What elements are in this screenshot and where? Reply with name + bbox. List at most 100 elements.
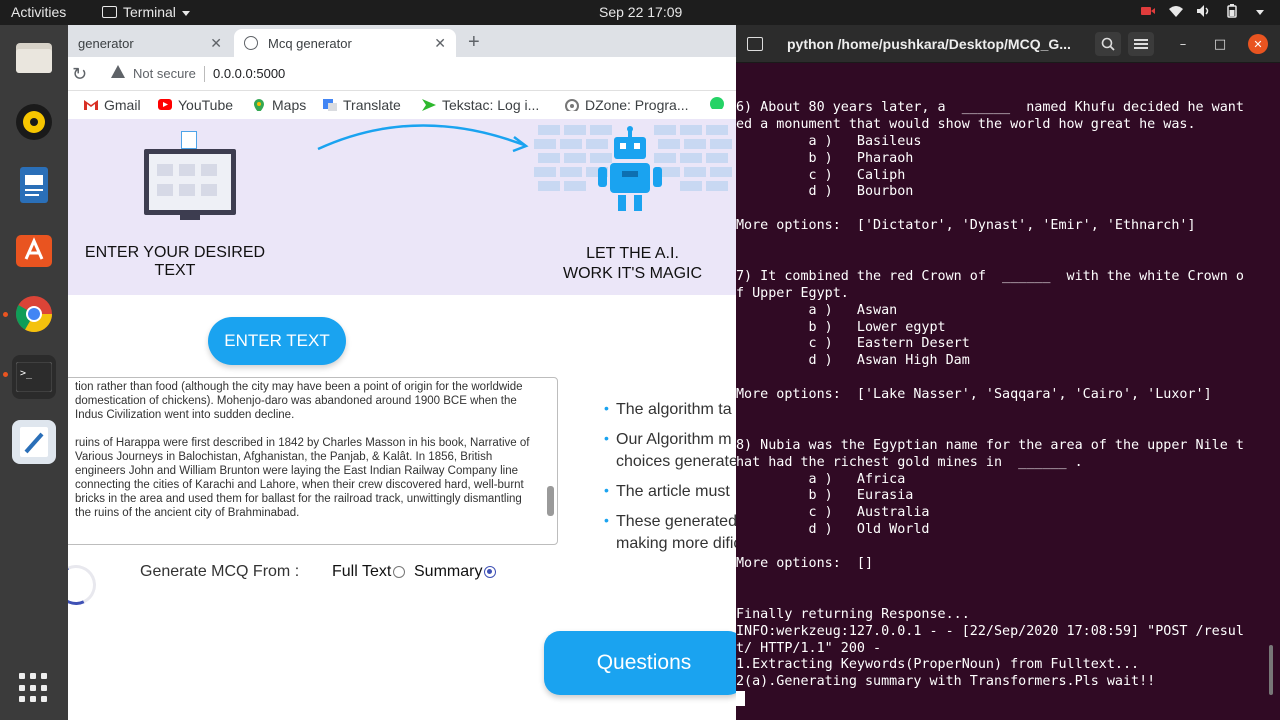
terminal-line: More options: ['Lake Nasser', 'Saqqara',… [736, 387, 1212, 403]
clock[interactable]: Sep 22 17:09 [599, 4, 682, 20]
close-icon[interactable]: ✕ [210, 35, 222, 52]
top-bar: Activities Terminal Sep 22 17:09 [0, 0, 1280, 25]
terminal-line: d ) Bourbon [736, 184, 914, 200]
chevron-down-icon [1252, 3, 1268, 19]
url-field[interactable]: 0.0.0.0:5000 [213, 66, 285, 81]
terminal-line: 6) About 80 years later, a ______ named … [736, 100, 1244, 115]
rhythmbox-icon[interactable] [12, 100, 56, 144]
terminal-line: b ) Pharaoh [736, 150, 914, 166]
tekstac-icon [422, 99, 436, 111]
enter-text-button[interactable]: ENTER TEXT [208, 317, 346, 365]
terminal-prompt-line [736, 691, 1270, 708]
summary-radio[interactable] [484, 566, 497, 578]
terminal-line: d ) Aswan High Dam [736, 353, 970, 369]
terminal-icon[interactable]: >_ [12, 355, 56, 399]
bookmark-dzone[interactable]: DZone: Progra... [565, 97, 689, 113]
bookmark-maps[interactable]: Maps [252, 97, 306, 113]
menu-icon[interactable] [1128, 32, 1154, 56]
bookmark-gmail[interactable]: Gmail [84, 97, 141, 113]
bookmark-tekstac[interactable]: Tekstac: Log i... [422, 97, 539, 113]
maps-icon [254, 99, 264, 111]
terminal-line: 8) Nubia was the Egyptian name for the a… [736, 437, 1244, 453]
app-grid-icon[interactable] [19, 673, 49, 703]
wifi-icon [1168, 3, 1184, 19]
bookmark-label: Maps [272, 97, 307, 113]
software-center-icon[interactable] [12, 227, 56, 271]
bookmark-more[interactable] [710, 97, 724, 109]
summary-option[interactable]: Summary [414, 563, 497, 581]
close-icon[interactable]: ✕ [1248, 34, 1268, 54]
terminal-line: t/ HTTP/1.1" 200 - [736, 640, 882, 656]
search-icon[interactable] [1095, 32, 1121, 56]
bookmark-translate[interactable]: Translate [323, 97, 401, 113]
bookmark-label: YouTube [178, 97, 234, 113]
terminal-line: c ) Eastern Desert [736, 336, 970, 352]
app-menu[interactable]: Terminal [102, 4, 190, 20]
tab-mcq-generator-1[interactable]: generator ✕ [68, 29, 232, 57]
textarea-scrollbar[interactable] [546, 384, 555, 534]
battery-icon [1224, 3, 1240, 19]
tab-label: generator [78, 35, 134, 51]
running-indicator [3, 372, 8, 377]
terminal-line: a ) Basileus [736, 133, 922, 149]
document-icon [181, 131, 197, 149]
terminal-line: b ) Eurasia [736, 488, 914, 504]
volume-icon [1196, 3, 1212, 19]
terminal-line: More options: [] [736, 556, 874, 572]
text-input-area[interactable]: tion rather than food (although the city… [68, 377, 558, 545]
terminal-output[interactable]: 6) About 80 years later, a ______ named … [736, 63, 1270, 720]
web-page: ENTER YOUR DESIRED TEXT LET THE A.I. WOR… [68, 119, 736, 720]
running-indicator [3, 312, 8, 317]
bookmarks-bar: Gmail YouTube Maps Translate Tekstac: Lo… [68, 91, 736, 119]
maximize-icon[interactable]: □ [1210, 34, 1230, 54]
security-label[interactable]: Not secure [133, 66, 196, 81]
loading-spinner [68, 559, 102, 611]
terminal-icon [102, 6, 117, 18]
reload-icon[interactable]: ↻ [72, 64, 87, 85]
system-tray[interactable] [1140, 3, 1268, 19]
monitor-stand [180, 214, 200, 220]
dzone-icon [565, 99, 579, 111]
full-text-option[interactable]: Full Text [332, 563, 406, 581]
new-tab-icon[interactable] [747, 37, 763, 51]
activities-button[interactable]: Activities [11, 4, 66, 20]
whatsapp-icon [710, 97, 724, 109]
terminal-line: d ) Old World [736, 522, 930, 538]
files-icon[interactable] [12, 35, 56, 79]
questions-button[interactable]: Questions [544, 631, 736, 695]
camera-icon [1140, 3, 1156, 19]
tab-mcq-generator-2[interactable]: Mcq generator ✕ [234, 29, 456, 57]
bullet-item: The article must [604, 479, 736, 503]
terminal-line: a ) Aswan [736, 302, 898, 318]
document-viewer-icon[interactable] [12, 163, 56, 207]
svg-text:>_: >_ [20, 368, 33, 379]
terminal-line: ed a monument that would show the world … [736, 116, 1196, 132]
bullet-item: These generatedmaking more dific [604, 509, 736, 555]
terminal-line: hat had the richest gold mines in ______… [736, 454, 1083, 470]
app-menu-label: Terminal [123, 4, 176, 20]
terminal-title: python /home/pushkara/Desktop/MCQ_G... [787, 36, 1071, 52]
close-icon[interactable]: ✕ [434, 35, 446, 52]
translate-icon [323, 99, 337, 111]
scrollbar-thumb[interactable] [547, 486, 554, 516]
textarea-paragraph: ruins of Harappa were first described in… [75, 437, 530, 519]
terminal-header: python /home/pushkara/Desktop/MCQ_G... –… [736, 25, 1280, 63]
arrow-icon [317, 124, 529, 153]
youtube-icon [158, 99, 172, 110]
terminal-scrollbar[interactable] [1269, 645, 1273, 695]
chrome-icon[interactable] [12, 292, 56, 336]
full-text-radio[interactable] [393, 566, 406, 578]
terminal-window: python /home/pushkara/Desktop/MCQ_G... –… [736, 25, 1280, 720]
minimize-icon[interactable]: – [1173, 34, 1193, 54]
text-editor-icon[interactable] [12, 420, 56, 464]
terminal-cursor [736, 691, 745, 707]
warning-icon[interactable] [111, 65, 125, 78]
new-tab-button[interactable]: + [468, 31, 480, 54]
divider [204, 66, 205, 82]
robot-illustration [534, 125, 732, 211]
bookmark-youtube[interactable]: YouTube [158, 97, 233, 113]
terminal-line: a ) Africa [736, 471, 906, 487]
info-bullet-list: The algorithm ta Our Algorithm mchoices … [604, 397, 736, 563]
